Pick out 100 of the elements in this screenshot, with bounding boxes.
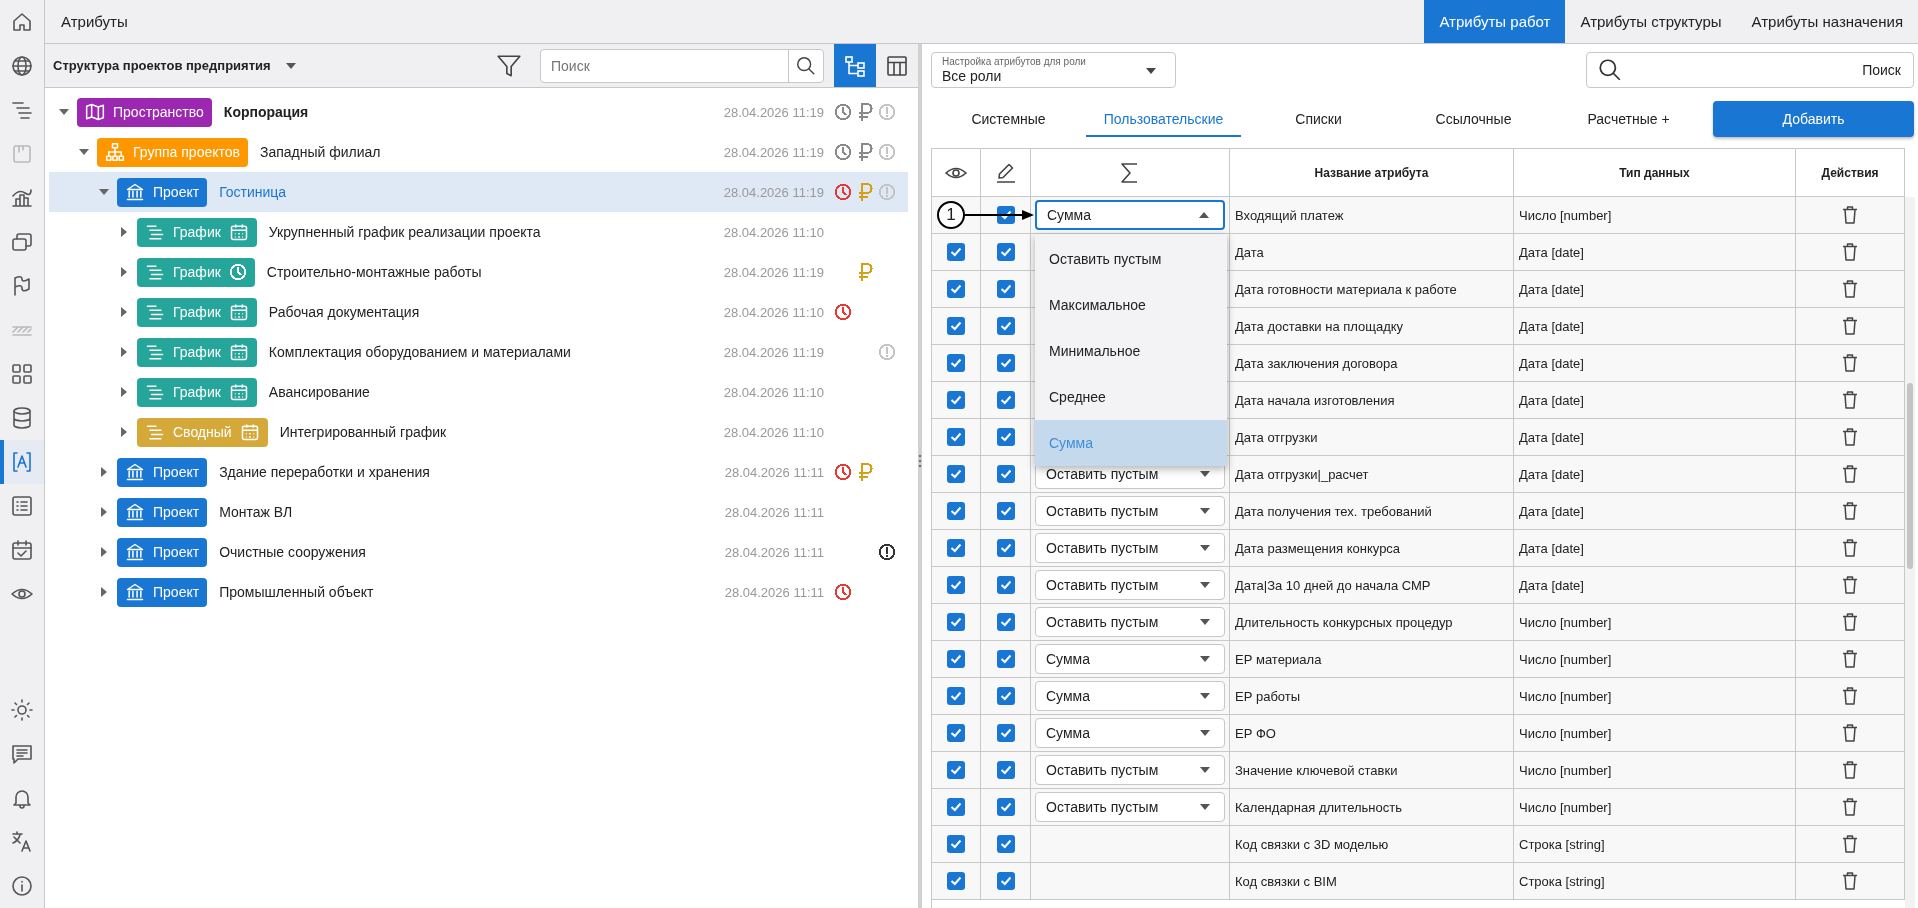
checkbox[interactable] [996,465,1015,483]
checkbox[interactable] [996,317,1015,335]
delete-icon[interactable] [1842,613,1858,631]
tab[interactable]: Атрибуты работ [1424,0,1566,43]
checkbox[interactable] [996,391,1015,409]
node-name[interactable]: Комплектация оборудованием и материалами [268,344,724,360]
aggregate-select[interactable]: Оставить пустым [1035,755,1225,785]
filter-icon[interactable] [496,52,522,79]
menu-option[interactable]: Среднее [1035,374,1227,420]
node-name[interactable]: Монтаж ВЛ [219,504,725,520]
checkbox[interactable] [947,761,965,779]
search-box[interactable]: Поиск [1586,52,1914,88]
checkbox[interactable] [996,539,1015,557]
checkbox[interactable] [996,872,1015,890]
search-box[interactable]: Поиск [540,48,824,83]
delete-icon[interactable] [1842,317,1858,335]
checkbox[interactable] [996,798,1015,816]
aggregate-select[interactable]: Сумма [1035,644,1225,674]
menu-option[interactable]: Максимальное [1035,282,1227,328]
resize-handle[interactable] [918,454,922,468]
checkbox[interactable] [947,613,965,631]
caret-icon[interactable] [1145,67,1157,75]
delete-icon[interactable] [1842,761,1858,779]
node-name[interactable]: Западный филиал [259,144,724,160]
node-name[interactable]: Очистные сооружения [219,544,725,560]
aggregate-select[interactable]: Оставить пустым [1035,533,1225,563]
checkbox[interactable] [996,687,1015,705]
checkbox[interactable] [996,502,1015,520]
add-button[interactable]: Добавить [1713,101,1914,137]
tab[interactable]: Расчетные + [1551,101,1706,137]
delete-icon[interactable] [1842,872,1858,890]
checkbox[interactable] [996,761,1015,779]
delete-icon[interactable] [1842,835,1858,853]
checkbox[interactable] [947,502,965,520]
checkbox[interactable] [947,835,965,853]
role-select[interactable]: Настройка атрибутов для роли Все роли [931,52,1176,88]
tab[interactable]: Списки [1241,101,1396,137]
checkbox[interactable] [947,650,965,668]
node-name[interactable]: Рабочая документация [268,304,724,320]
checkbox[interactable] [947,872,965,890]
node-name[interactable]: Укрупненный график реализации проекта [268,224,724,240]
checkbox[interactable] [947,317,965,335]
tree-view-button[interactable] [834,44,876,87]
aggregate-select[interactable]: Оставить пустым [1035,570,1225,600]
aggregate-select[interactable]: Оставить пустым [1035,496,1225,526]
checkbox[interactable] [947,798,965,816]
checkbox[interactable] [947,428,965,446]
checkbox[interactable] [996,724,1015,742]
aggregate-select[interactable]: Оставить пустым [1035,792,1225,822]
checkbox[interactable] [996,280,1015,298]
tab[interactable]: Системные [931,101,1086,137]
aggregate-select[interactable]: Сумма [1035,718,1225,748]
delete-icon[interactable] [1842,465,1858,483]
menu-option[interactable]: Минимальное [1035,328,1227,374]
delete-icon[interactable] [1842,576,1858,594]
checkbox[interactable] [947,243,965,261]
checkbox[interactable] [996,835,1015,853]
aggregate-select[interactable]: Сумма [1035,681,1225,711]
aggregate-select[interactable]: Оставить пустым [1035,607,1225,637]
search-field[interactable]: Поиск [541,49,788,82]
checkbox[interactable] [947,576,965,594]
caret-icon[interactable] [284,61,297,70]
checkbox[interactable] [996,428,1015,446]
node-name[interactable]: Гостиница [219,184,724,200]
delete-icon[interactable] [1842,798,1858,816]
checkbox[interactable] [996,613,1015,631]
tab[interactable]: Ссылочные [1396,101,1551,137]
node-name[interactable]: Интегрированный график [279,424,724,440]
delete-icon[interactable] [1842,428,1858,446]
search-icon[interactable] [795,54,817,77]
attributes-icon[interactable] [0,440,44,484]
delete-icon[interactable] [1842,502,1858,520]
node-name[interactable]: Корпорация [223,104,724,120]
checkbox[interactable] [947,391,965,409]
tab[interactable]: Атрибуты назначения [1736,0,1918,43]
scrollbar[interactable] [1905,197,1915,908]
delete-icon[interactable] [1842,539,1858,557]
delete-icon[interactable] [1842,650,1858,668]
checkbox[interactable] [947,687,965,705]
delete-icon[interactable] [1842,354,1858,372]
checkbox[interactable] [947,539,965,557]
node-name[interactable]: Промышленный объект [219,584,725,600]
checkbox[interactable] [947,724,965,742]
delete-icon[interactable] [1842,206,1858,224]
node-name[interactable]: Авансирование [268,384,724,400]
checkbox[interactable] [996,576,1015,594]
checkbox[interactable] [947,354,965,372]
delete-icon[interactable] [1842,280,1858,298]
node-name[interactable]: Здание переработки и хранения [219,464,725,480]
delete-icon[interactable] [1842,687,1858,705]
checkbox[interactable] [996,354,1015,372]
tab[interactable]: Атрибуты структуры [1565,0,1737,43]
structure-select[interactable]: Структура проектов предприятия [53,58,271,73]
checkbox[interactable] [996,650,1015,668]
aggregate-select[interactable]: Сумма [1035,200,1225,230]
delete-icon[interactable] [1842,724,1858,742]
node-name[interactable]: Строительно-монтажные работы [266,264,724,280]
tab[interactable]: Пользовательские [1086,101,1241,137]
delete-icon[interactable] [1842,243,1858,261]
checkbox[interactable] [947,280,965,298]
